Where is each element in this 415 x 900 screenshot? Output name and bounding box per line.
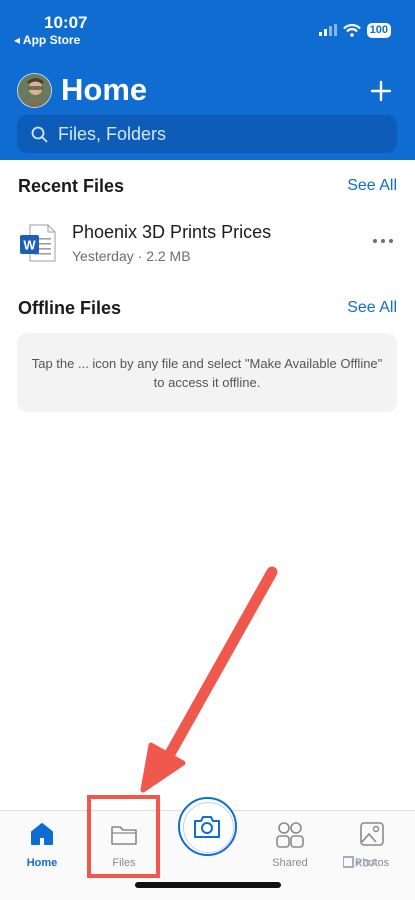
shared-icon	[276, 822, 304, 848]
cellular-signal-icon	[318, 24, 337, 36]
search-input[interactable]	[58, 123, 378, 145]
search-icon	[31, 126, 48, 142]
camera-button[interactable]	[178, 797, 237, 856]
photos-icon	[360, 822, 384, 846]
home-indicator	[135, 882, 281, 888]
status-indicators: 100	[318, 22, 391, 38]
add-button[interactable]	[366, 76, 396, 106]
tab-shared[interactable]: Shared	[255, 819, 325, 869]
home-icon	[31, 823, 53, 845]
tab-home[interactable]: Home	[7, 819, 77, 869]
offline-files-heading: Offline Files	[18, 298, 122, 318]
word-doc-icon: W	[20, 224, 56, 262]
more-options-button[interactable]	[372, 234, 394, 246]
file-meta: Yesterday · 2.2 MB	[72, 248, 191, 264]
tab-shared-label: Shared	[272, 857, 308, 869]
svg-text:XDA: XDA	[355, 858, 378, 870]
offline-message: Tap the ... icon by any file and select …	[31, 355, 383, 390]
recent-files-heading: Recent Files	[18, 176, 125, 196]
svg-text:W: W	[23, 238, 36, 253]
offline-files-see-all-link[interactable]: See All	[347, 299, 397, 317]
plus-icon	[370, 80, 392, 102]
search-bar[interactable]	[17, 115, 397, 153]
status-time: 10:07	[44, 13, 88, 32]
tab-home-label: Home	[26, 857, 58, 869]
ellipsis-icon	[373, 239, 393, 243]
recent-files-see-all-link[interactable]: See All	[347, 177, 397, 195]
watermark-logo: XDA	[343, 856, 378, 870]
wifi-icon	[342, 23, 361, 37]
avatar[interactable]	[17, 73, 52, 108]
camera-icon	[194, 816, 220, 838]
files-tab-highlight-box	[87, 795, 160, 878]
battery-indicator: 100	[366, 22, 391, 38]
app-header: 10:07 ◂ App Store 100 Home	[0, 0, 415, 160]
page-title: Home	[61, 72, 148, 107]
back-to-app-store-link[interactable]: ◂ App Store	[14, 33, 80, 47]
list-item[interactable]: W Phoenix 3D Prints Prices Yesterday · 2…	[0, 212, 415, 272]
offline-empty-state: Tap the ... icon by any file and select …	[17, 333, 397, 412]
file-name: Phoenix 3D Prints Prices	[72, 222, 272, 242]
